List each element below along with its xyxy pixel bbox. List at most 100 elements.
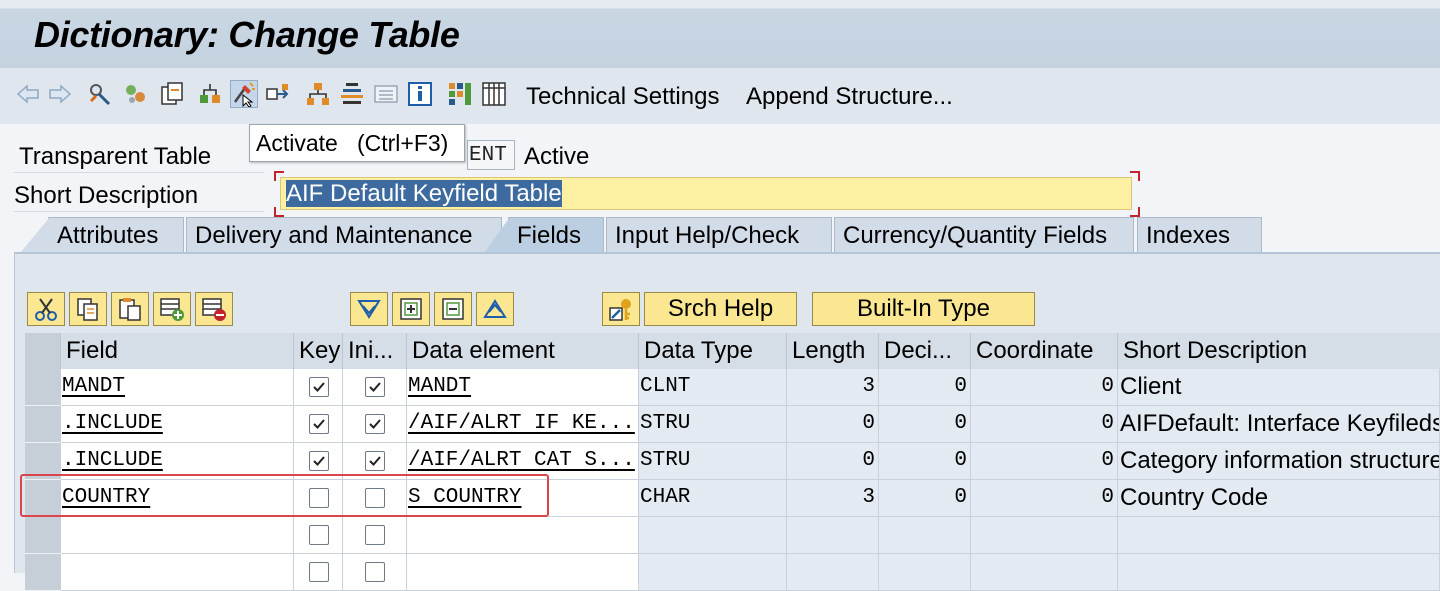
cell-key[interactable]: [294, 406, 343, 443]
check-icon[interactable]: [196, 80, 224, 108]
cut-button[interactable]: [27, 292, 65, 326]
other-object-icon[interactable]: [122, 80, 150, 108]
back-arrow-icon[interactable]: [14, 80, 42, 108]
cell-data-element-text: MANDT: [408, 375, 472, 398]
tab-attributes[interactable]: Attributes: [48, 217, 184, 253]
checkbox[interactable]: [309, 414, 329, 434]
test-icon[interactable]: [264, 80, 292, 108]
column-header-data-type[interactable]: Data Type: [639, 333, 787, 369]
cell-data-element-text: /AIF/ALRT CAT S...: [408, 449, 635, 472]
cell-short-description-text: Category information structure: [1120, 447, 1440, 474]
checkbox[interactable]: [309, 377, 329, 397]
display-change-icon[interactable]: [86, 80, 114, 108]
where-used-icon[interactable]: [304, 80, 332, 108]
cell-field[interactable]: .INCLUDE: [61, 406, 294, 443]
tab-indexes[interactable]: Indexes: [1137, 217, 1262, 253]
column-header-coordinate[interactable]: Coordinate: [971, 333, 1118, 369]
cell-data-type-text: [639, 560, 640, 583]
cell-key[interactable]: [294, 369, 343, 406]
checkbox[interactable]: [365, 451, 385, 471]
focus-bracket: [1130, 207, 1140, 217]
cell-length-text: 0: [862, 449, 875, 472]
row-selector[interactable]: [25, 369, 61, 406]
column-header-initial[interactable]: Ini...: [343, 333, 407, 369]
hierarchy-icon[interactable]: [338, 80, 366, 108]
cell-data-element[interactable]: MANDT: [407, 369, 639, 406]
cell-field[interactable]: [61, 517, 294, 554]
cell-short-description: Category information structure: [1118, 443, 1440, 480]
column-header-decimals[interactable]: Deci...: [879, 333, 971, 369]
built-in-type-button[interactable]: Built-In Type: [812, 292, 1035, 326]
cell-data-element[interactable]: [407, 517, 639, 554]
list-icon[interactable]: [372, 80, 400, 108]
cell-data-type: STRU: [639, 443, 787, 480]
activate-icon[interactable]: [230, 80, 258, 108]
srch-help-button[interactable]: Srch Help: [644, 292, 797, 326]
column-header-length[interactable]: Length: [787, 333, 879, 369]
insert-row-icon: [160, 298, 184, 321]
table-type-label: Transparent Table: [19, 143, 212, 170]
cell-coordinate: [971, 517, 1118, 554]
cell-data-element[interactable]: /AIF/ALRT IF KE...: [407, 406, 639, 443]
column-header-short-description[interactable]: Short Description: [1118, 333, 1440, 369]
key-button[interactable]: [602, 292, 640, 326]
short-description-input[interactable]: AIF Default Keyfield Table: [280, 177, 1132, 210]
tab-input-help-check[interactable]: Input Help/Check: [606, 217, 832, 253]
delete-row-icon: [202, 298, 226, 321]
collapse-button[interactable]: [434, 292, 472, 326]
cell-short-description-text: Country Code: [1120, 484, 1269, 511]
color-grid-icon[interactable]: [446, 80, 474, 108]
insert-row-button[interactable]: [153, 292, 191, 326]
cell-initial[interactable]: [343, 406, 407, 443]
cell-field[interactable]: MANDT: [61, 369, 294, 406]
column-header-data-element[interactable]: Data element: [407, 333, 639, 369]
tab-fields[interactable]: Fields: [508, 217, 604, 253]
row-selector[interactable]: [25, 406, 61, 443]
checkbox[interactable]: [309, 525, 329, 545]
cell-initial[interactable]: [343, 517, 407, 554]
checkbox[interactable]: [365, 414, 385, 434]
technical-settings-button[interactable]: Technical Settings: [526, 83, 719, 111]
paste-button[interactable]: [111, 292, 149, 326]
cell-initial[interactable]: [343, 369, 407, 406]
cell-decimals-text: 0: [954, 486, 967, 509]
cell-field-text: [61, 560, 62, 583]
columns-icon[interactable]: [480, 80, 508, 108]
cell-length: 0: [787, 406, 879, 443]
cell-key[interactable]: [294, 517, 343, 554]
append-structure-button[interactable]: Append Structure...: [746, 83, 953, 111]
cell-field-text: .INCLUDE: [62, 412, 163, 435]
cell-coordinate: 0: [971, 406, 1118, 443]
checkbox[interactable]: [309, 562, 329, 582]
forward-arrow-icon[interactable]: [46, 80, 74, 108]
checkbox[interactable]: [309, 451, 329, 471]
cell-data-type-text: CLNT: [640, 375, 691, 398]
sort-ascending-button[interactable]: [476, 292, 514, 326]
expand-button[interactable]: [392, 292, 430, 326]
cell-short-description-text: AIFDefault: Interface Keyfileds: [1120, 410, 1440, 437]
table-name-field[interactable]: ENT: [467, 140, 515, 170]
sort-descending-button[interactable]: [350, 292, 388, 326]
tab-delivery-and-maintenance[interactable]: Delivery and Maintenance: [186, 217, 502, 253]
copy-button[interactable]: [69, 292, 107, 326]
column-header-field[interactable]: Field: [61, 333, 294, 369]
cell-data-element-text: /AIF/ALRT IF KE...: [408, 412, 635, 435]
cell-data-type-text: STRU: [640, 449, 691, 472]
checkbox[interactable]: [365, 562, 385, 582]
cell-field-text: [61, 523, 62, 546]
delete-row-button[interactable]: [195, 292, 233, 326]
checkbox[interactable]: [365, 377, 385, 397]
select-all-column[interactable]: [25, 333, 61, 369]
copy-object-icon[interactable]: [158, 80, 186, 108]
column-header-key[interactable]: Key: [294, 333, 343, 369]
cell-data-type: STRU: [639, 406, 787, 443]
cell-length: [787, 517, 879, 554]
checkbox[interactable]: [365, 525, 385, 545]
expand-icon: [400, 298, 422, 320]
info-icon[interactable]: [406, 80, 434, 108]
divider: [14, 172, 264, 173]
tooltip: Activate (Ctrl+F3): [249, 124, 465, 162]
cell-short-description: [1118, 517, 1440, 554]
row-selector[interactable]: [25, 517, 61, 554]
tab-currency-quantity-fields[interactable]: Currency/Quantity Fields: [834, 217, 1134, 253]
